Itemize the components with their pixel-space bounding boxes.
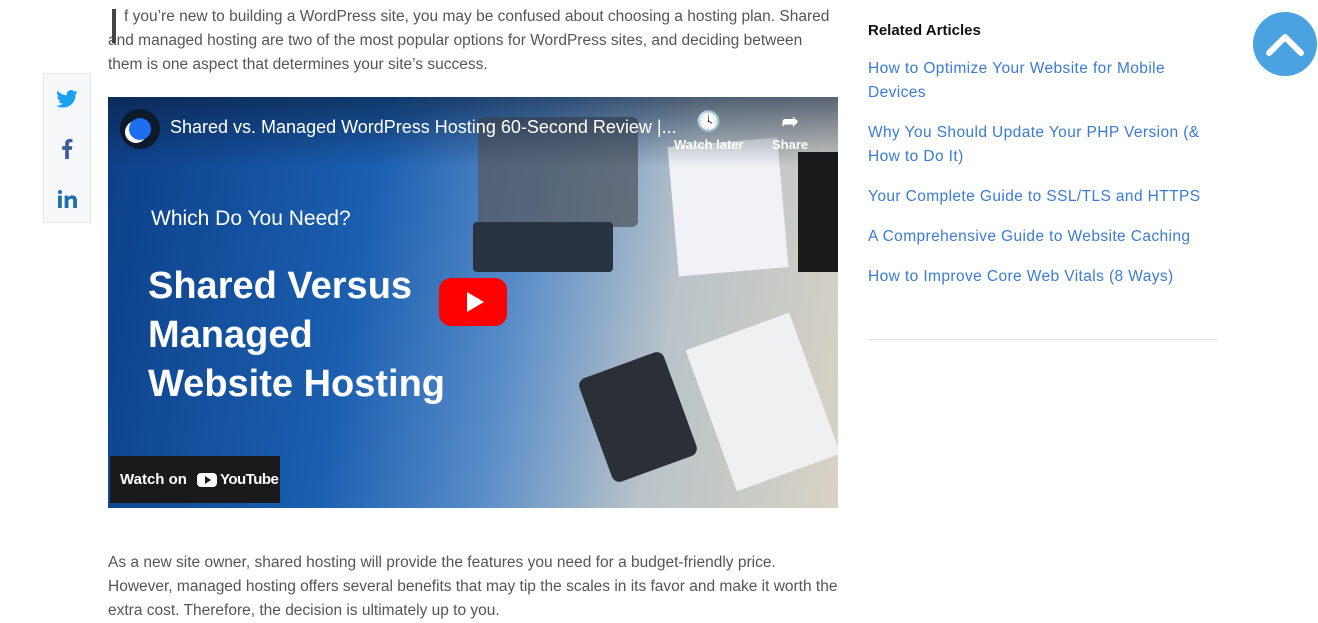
thumbnail-headline: Shared Versus Managed Website Hosting	[148, 265, 445, 405]
body-paragraph: As a new site owner, shared hosting will…	[108, 554, 838, 619]
related-article-link[interactable]: Why You Should Update Your PHP Version (…	[868, 121, 1218, 169]
related-articles: Related Articles How to Optimize Your We…	[868, 22, 1218, 340]
divider	[868, 339, 1218, 340]
youtube-logo: YouTube	[196, 471, 279, 488]
intro-text: f you’re new to building a WordPress sit…	[108, 8, 830, 73]
social-share-bar	[43, 73, 91, 223]
channel-avatar[interactable]	[120, 109, 160, 149]
thumbnail-subtitle: Which Do You Need?	[151, 207, 351, 230]
play-icon	[466, 292, 484, 312]
share-button[interactable]: ➦ Share	[772, 109, 808, 152]
watch-later-button[interactable]: 🕓 Watch later	[674, 109, 744, 152]
related-article-link[interactable]: A Comprehensive Guide to Website Caching	[868, 225, 1218, 249]
video-title[interactable]: Shared vs. Managed WordPress Hosting 60-…	[170, 117, 677, 138]
intro-paragraph: f you’re new to building a WordPress sit…	[108, 5, 838, 77]
related-article-link[interactable]: How to Optimize Your Website for Mobile …	[868, 57, 1218, 105]
play-button[interactable]	[439, 278, 507, 326]
twitter-icon[interactable]	[44, 74, 90, 124]
watch-on-youtube-button[interactable]: Watch on YouTube	[110, 456, 280, 503]
drop-cap	[112, 9, 116, 43]
related-article-link[interactable]: Your Complete Guide to SSL/TLS and HTTPS	[868, 185, 1218, 209]
chevron-up-icon	[1266, 34, 1304, 56]
facebook-icon[interactable]	[44, 124, 90, 174]
related-articles-heading: Related Articles	[868, 22, 981, 39]
share-arrow-icon: ➦	[781, 111, 799, 133]
linkedin-icon[interactable]	[44, 174, 90, 224]
clock-icon: 🕓	[696, 111, 722, 133]
youtube-embed[interactable]: Shared vs. Managed WordPress Hosting 60-…	[108, 97, 838, 508]
related-article-link[interactable]: How to Improve Core Web Vitals (8 Ways)	[868, 265, 1218, 289]
scroll-to-top-button[interactable]	[1253, 12, 1317, 76]
